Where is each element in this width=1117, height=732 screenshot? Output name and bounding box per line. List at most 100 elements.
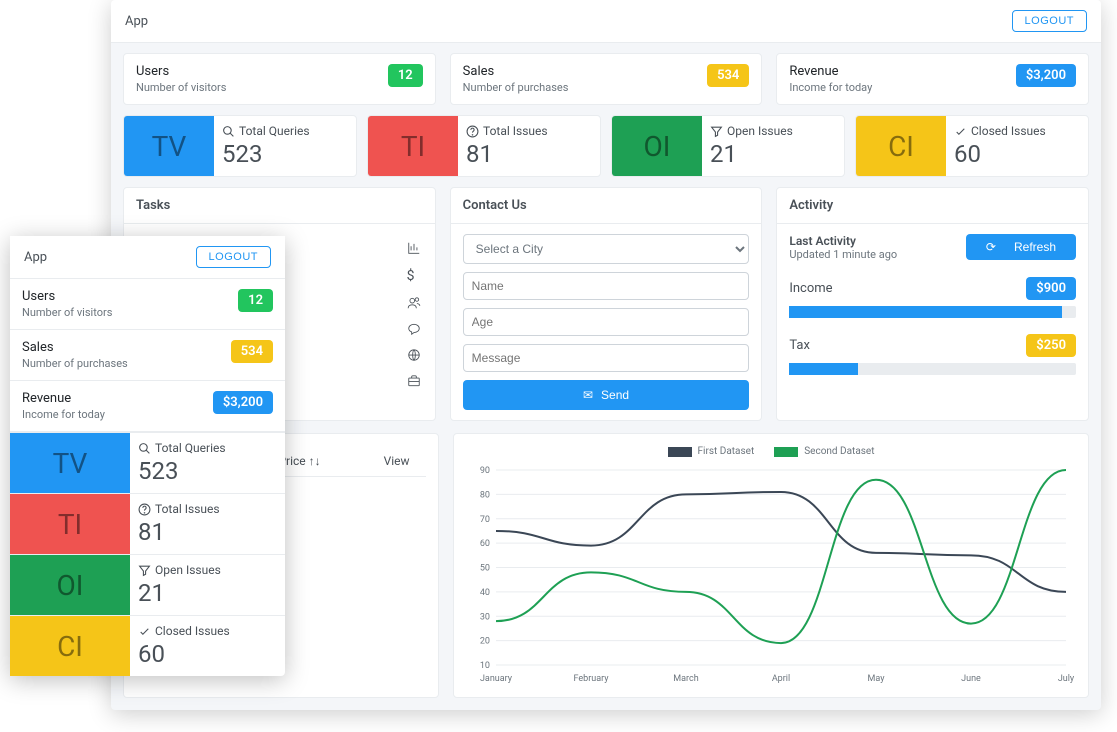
globe-icon xyxy=(407,348,423,362)
sort-icon: ↑↓ xyxy=(309,454,321,468)
mobile-stat-2: OI Open Issues 21 xyxy=(10,554,285,615)
activity-item-value: $250 xyxy=(1026,334,1076,357)
svg-text:May: May xyxy=(868,674,886,684)
stat-label: Total Queries xyxy=(239,124,310,138)
stat-label: Total Issues xyxy=(483,124,548,138)
mobile-view: App LOGOUT UsersNumber of visitors 12 Sa… xyxy=(10,236,285,676)
stat-label: Closed Issues xyxy=(971,124,1046,138)
stat-code: TI xyxy=(368,116,458,176)
metric-title: Sales xyxy=(463,64,569,79)
mobile-metric-2: RevenueIncome for today $3,200 xyxy=(10,381,285,432)
metric-value: 534 xyxy=(707,64,749,87)
progress-bar xyxy=(789,363,1076,375)
activity-item-label: Income xyxy=(789,281,832,296)
refresh-button[interactable]: ⟳ Refresh xyxy=(966,234,1076,260)
search-icon xyxy=(222,125,235,138)
topbar: App LOGOUT xyxy=(111,0,1101,43)
stat-code: OI xyxy=(612,116,702,176)
line-chart: 102030405060708090JanuaryFebruaryMarchAp… xyxy=(466,465,1076,685)
mobile-logout-button[interactable]: LOGOUT xyxy=(196,246,271,268)
city-select[interactable]: Select a City xyxy=(463,234,750,264)
metric-subtitle: Income for today xyxy=(789,81,872,94)
stat-value: 81 xyxy=(466,140,592,168)
chart-legend: First Dataset Second Dataset xyxy=(466,446,1076,457)
metric-value: 12 xyxy=(388,64,423,87)
mobile-topbar: App LOGOUT xyxy=(10,236,285,279)
stat-label: Open Issues xyxy=(727,124,793,138)
progress-bar xyxy=(789,306,1076,318)
svg-text:30: 30 xyxy=(480,612,490,622)
check-icon xyxy=(954,125,967,138)
mobile-metric-1: SalesNumber of purchases 534 xyxy=(10,330,285,381)
contact-title: Contact Us xyxy=(451,188,762,224)
last-activity-label: Last Activity xyxy=(789,234,897,248)
stat-value: 60 xyxy=(954,140,1080,168)
svg-text:20: 20 xyxy=(480,637,490,647)
activity-item-value: $900 xyxy=(1026,277,1076,300)
refresh-icon: ⟳ xyxy=(986,240,996,254)
svg-text:March: March xyxy=(673,674,698,684)
svg-text:40: 40 xyxy=(480,588,490,598)
col-header[interactable]: View xyxy=(384,454,410,468)
svg-text:70: 70 xyxy=(480,515,490,525)
stat-card-0: TV Total Queries 523 xyxy=(123,115,357,177)
mobile-stat-1: TI Total Issues 81 xyxy=(10,493,285,554)
mobile-metric-0: UsersNumber of visitors 12 xyxy=(10,279,285,330)
legend-item[interactable]: Second Dataset xyxy=(774,446,874,457)
svg-text:July: July xyxy=(1058,674,1075,684)
legend-label: First Dataset xyxy=(698,446,755,457)
mobile-stat-3: CI Closed Issues 60 xyxy=(10,615,285,676)
contact-panel: Contact Us Select a City ✉ Send xyxy=(450,187,763,421)
help-icon xyxy=(466,125,479,138)
metric-title: Users xyxy=(136,64,226,79)
logout-button[interactable]: LOGOUT xyxy=(1012,10,1087,32)
legend-label: Second Dataset xyxy=(804,446,874,457)
envelope-icon: ✉ xyxy=(583,388,593,402)
stat-card-3: CI Closed Issues 60 xyxy=(855,115,1089,177)
svg-text:80: 80 xyxy=(480,490,490,500)
age-input[interactable] xyxy=(463,308,750,336)
metric-card-1: Sales Number of purchases 534 xyxy=(450,53,763,105)
name-input[interactable] xyxy=(463,272,750,300)
metric-card-2: Revenue Income for today $3,200 xyxy=(776,53,1089,105)
dollar-icon: $ xyxy=(407,268,423,284)
filter-icon xyxy=(710,125,723,138)
svg-text:90: 90 xyxy=(480,466,490,476)
activity-item-label: Tax xyxy=(789,338,810,353)
activity-item-0: Income $900 xyxy=(789,277,1076,318)
metric-subtitle: Number of visitors xyxy=(136,81,226,94)
mobile-stat-0: TV Total Queries 523 xyxy=(10,432,285,493)
metric-subtitle: Number of purchases xyxy=(463,81,569,94)
chart-panel: First Dataset Second Dataset 10203040506… xyxy=(453,433,1089,698)
activity-item-1: Tax $250 xyxy=(789,334,1076,375)
help-icon xyxy=(138,503,151,516)
svg-text:60: 60 xyxy=(480,539,490,549)
chart-icon xyxy=(407,241,423,255)
metric-card-0: Users Number of visitors 12 xyxy=(123,53,436,105)
stat-card-1: TI Total Issues 81 xyxy=(367,115,601,177)
metrics-row: Users Number of visitors 12 Sales Number… xyxy=(111,43,1101,105)
legend-item[interactable]: First Dataset xyxy=(668,446,755,457)
filter-icon xyxy=(138,564,151,577)
app-title: App xyxy=(125,14,148,29)
contact-body: Select a City ✉ Send xyxy=(451,224,762,420)
metric-value: $3,200 xyxy=(1016,64,1076,87)
stat-code: TV xyxy=(124,116,214,176)
legend-swatch xyxy=(668,447,692,457)
stat-value: 21 xyxy=(710,140,836,168)
svg-text:50: 50 xyxy=(480,564,490,574)
svg-text:January: January xyxy=(480,674,513,684)
svg-text:April: April xyxy=(772,674,790,684)
stats-row: TV Total Queries 523 TI Total Issues 81 … xyxy=(111,105,1101,187)
legend-swatch xyxy=(774,447,798,457)
send-button[interactable]: ✉ Send xyxy=(463,380,750,410)
svg-text:February: February xyxy=(573,674,609,684)
message-input[interactable] xyxy=(463,344,750,372)
progress-fill xyxy=(789,363,858,375)
briefcase-icon xyxy=(407,374,423,388)
stat-value: 523 xyxy=(222,140,348,168)
metric-title: Revenue xyxy=(789,64,872,79)
user-icon xyxy=(407,296,423,310)
check-icon xyxy=(138,625,151,638)
activity-title: Activity xyxy=(777,188,1088,224)
